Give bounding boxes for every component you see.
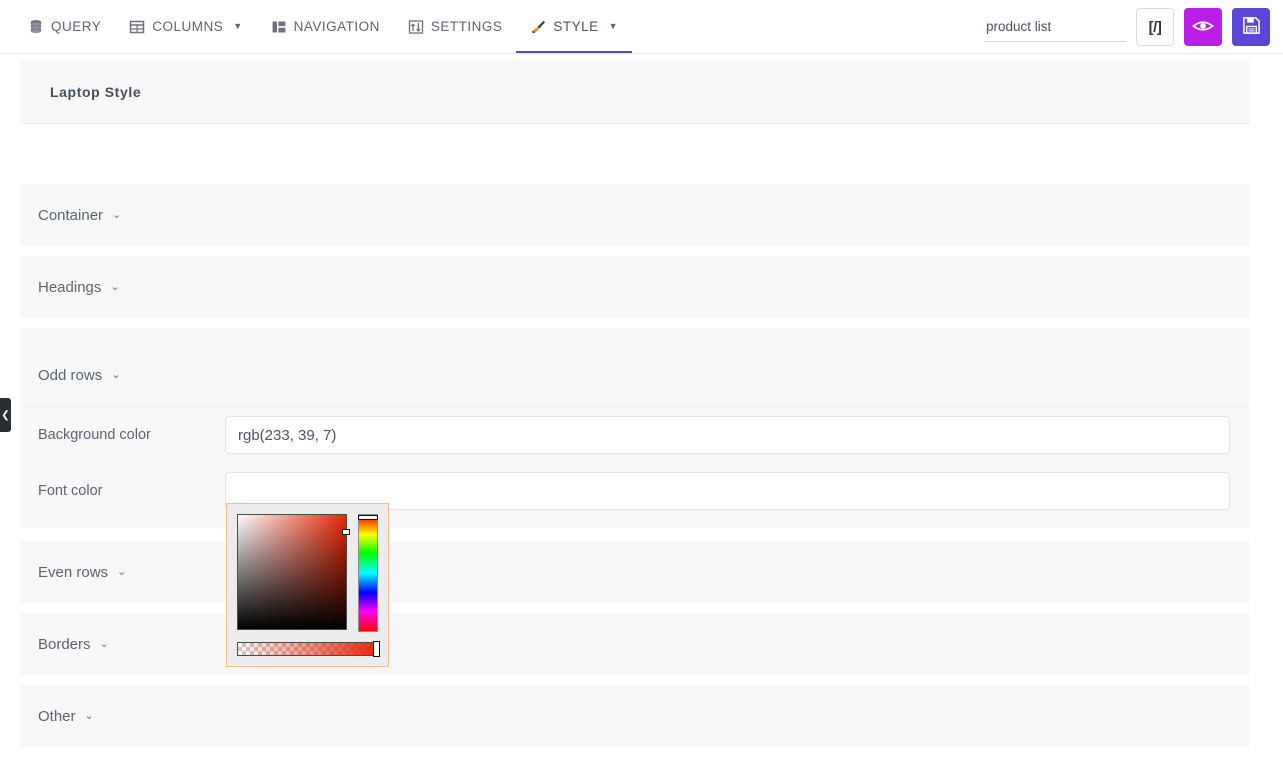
section-headings[interactable]: Headings ⌄	[20, 256, 1250, 318]
chevron-left-icon: ❮	[1, 409, 10, 421]
tab-settings-label: SETTINGS	[430, 19, 503, 34]
saturation-value-cursor[interactable]	[342, 529, 350, 535]
tab-navigation-label: NAVIGATION	[293, 19, 380, 34]
tab-settings[interactable]: SETTINGS	[394, 0, 517, 53]
sliders-icon	[408, 19, 424, 35]
tab-style[interactable]: STYLE ▼	[516, 0, 632, 53]
paintbrush-icon	[530, 19, 546, 35]
font-color-label: Font color	[38, 483, 103, 499]
section-even-rows-header[interactable]: Even rows ⌄	[20, 541, 1250, 603]
chevron-down-icon[interactable]: ▼	[609, 22, 618, 31]
section-container[interactable]: Container ⌄	[20, 184, 1250, 246]
section-headings-label: Headings	[38, 278, 102, 296]
style-title-panel: Laptop Style	[20, 60, 1250, 124]
field-font-color: Font color	[20, 463, 1250, 519]
preview-button[interactable]	[1184, 8, 1222, 46]
eye-icon	[1192, 19, 1214, 36]
tab-navigation[interactable]: NAVIGATION	[257, 0, 394, 53]
hue-slider[interactable]	[358, 514, 379, 632]
section-other-label: Other	[38, 707, 76, 725]
color-picker-top	[237, 514, 379, 632]
main-nav-tabs: QUERY COLUMNS ▼ NAVIGATION SETTINGS STYL…	[14, 0, 632, 54]
database-icon	[28, 19, 44, 35]
section-borders-header[interactable]: Borders ⌄	[20, 613, 1250, 675]
color-picker-popup[interactable]	[226, 503, 389, 667]
chevron-down-icon[interactable]: ▼	[233, 22, 242, 31]
field-background-color: Background color	[20, 407, 1250, 463]
section-even-rows[interactable]: Even rows ⌄	[20, 541, 1250, 603]
tab-query[interactable]: QUERY	[14, 0, 115, 53]
alpha-slider-handle[interactable]	[373, 641, 380, 657]
code-view-button[interactable]: [/]	[1136, 8, 1174, 46]
table-icon	[129, 19, 145, 35]
tab-style-label: STYLE	[553, 19, 599, 34]
page-title: Laptop Style	[50, 84, 142, 100]
chevron-down-icon[interactable]: ⌄	[100, 638, 109, 650]
section-container-label: Container	[38, 206, 104, 224]
section-even-rows-label: Even rows	[38, 563, 109, 581]
section-odd-rows-label: Odd rows	[38, 367, 103, 384]
chevron-down-icon[interactable]: ⌄	[112, 209, 121, 221]
section-other-header[interactable]: Other ⌄	[20, 685, 1250, 747]
section-other[interactable]: Other ⌄	[20, 685, 1250, 747]
tab-columns-label: COLUMNS	[152, 19, 224, 34]
tab-columns[interactable]: COLUMNS ▼	[115, 0, 256, 53]
report-title-input[interactable]	[984, 12, 1126, 42]
floppy-disk-icon	[1242, 16, 1261, 38]
top-toolbar: QUERY COLUMNS ▼ NAVIGATION SETTINGS STYL…	[0, 0, 1283, 54]
background-color-input[interactable]	[225, 416, 1230, 454]
section-container-header[interactable]: Container ⌄	[20, 184, 1250, 246]
section-headings-header[interactable]: Headings ⌄	[20, 256, 1250, 318]
chevron-down-icon[interactable]: ⌄	[85, 710, 94, 722]
tab-query-label: QUERY	[51, 19, 102, 34]
sidebar-collapse-handle[interactable]: ❮	[0, 398, 11, 432]
alpha-slider[interactable]	[237, 641, 380, 657]
background-color-label: Background color	[38, 427, 151, 443]
layout-icon	[271, 19, 287, 35]
save-button[interactable]	[1232, 8, 1270, 46]
chevron-down-icon[interactable]: ⌄	[117, 566, 126, 578]
section-odd-rows-header[interactable]: Odd rows ⌄	[20, 345, 1250, 407]
section-borders-label: Borders	[38, 635, 91, 653]
section-odd-rows: Odd rows ⌄ Background color Font color	[20, 345, 1250, 528]
saturation-value-area[interactable]	[237, 514, 350, 630]
hue-slider-handle[interactable]	[358, 515, 379, 520]
chevron-down-icon[interactable]: ⌄	[110, 281, 119, 293]
chevron-up-icon[interactable]: ⌄	[111, 370, 120, 381]
style-editor-content: Laptop Style Container ⌄ Headings ⌄ Cell…	[0, 54, 1283, 771]
section-borders[interactable]: Borders ⌄	[20, 613, 1250, 675]
toolbar-actions: [/]	[984, 0, 1270, 54]
